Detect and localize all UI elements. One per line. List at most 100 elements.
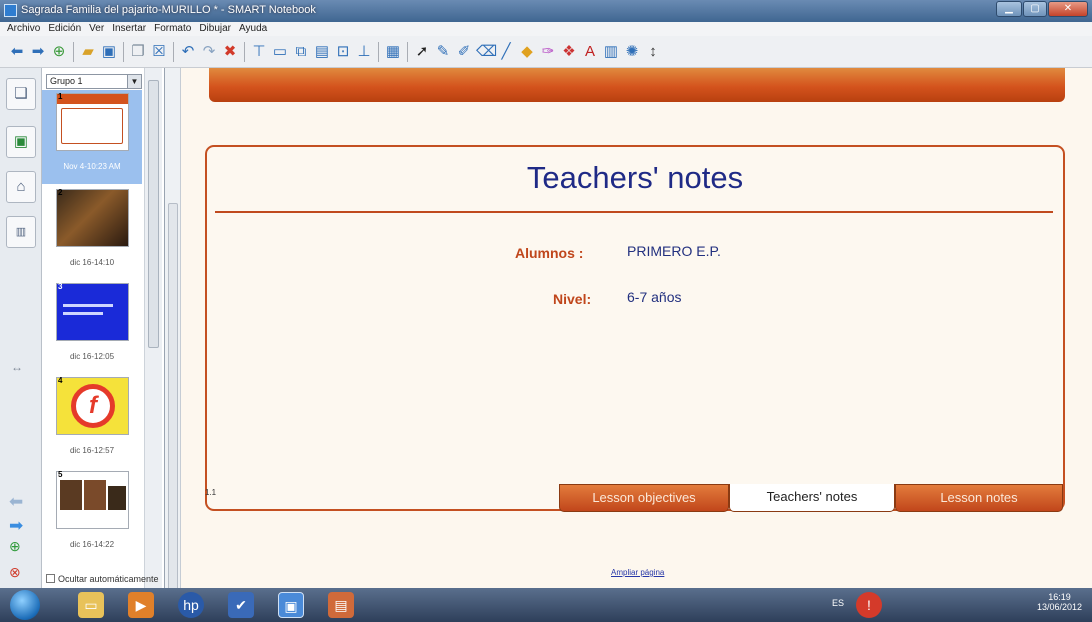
start-button[interactable] <box>10 590 40 620</box>
page-thumbnail-2[interactable]: 2 dic 16-14:10 <box>42 186 142 280</box>
page-caption: dic 16-14:10 <box>69 258 115 267</box>
sorter-scroll-thumb[interactable] <box>148 80 159 348</box>
toolbar-separator <box>244 41 245 62</box>
expand-page-link[interactable]: Ampliar página <box>611 568 664 577</box>
line-icon[interactable]: ╱ <box>497 42 515 62</box>
thumb-text-line <box>63 312 103 315</box>
screen-capture-icon[interactable]: ▤ <box>313 42 331 62</box>
maximize-button[interactable]: ▢ <box>1023 1 1047 17</box>
resize-arrows-icon[interactable]: ↔ <box>11 360 23 374</box>
eraser-icon[interactable]: ⌫ <box>476 42 497 62</box>
windows-taskbar: ▭ ▶ hp ✔ ▣ ▤ ES ! 16:19 13/06/2012 <box>0 588 1092 622</box>
pen-mode-icon[interactable]: ⊥ <box>355 42 373 62</box>
group-label: Grupo 1 <box>50 76 83 86</box>
menu-archivo[interactable]: Archivo <box>7 22 40 36</box>
attachments-tab[interactable]: ⌂ <box>6 171 36 203</box>
title-bar: Sagrada Familia del pajarito-MURILLO * -… <box>0 0 1092 22</box>
delete-page-bottom-icon[interactable]: ⊗ <box>9 564 21 581</box>
media-player-icon[interactable]: ▶ <box>128 592 154 618</box>
previous-page-icon[interactable]: ⬅ <box>9 492 23 512</box>
page-number: 1 <box>58 92 63 101</box>
document-camera-icon[interactable]: ⊡ <box>334 42 352 62</box>
toolbar-separator <box>407 41 408 62</box>
page-caption: Nov 4-10:23 AM <box>63 162 121 171</box>
page-thumbnail-5[interactable]: 5 dic 16-14:22 <box>42 468 142 562</box>
page-sorter-panel: Grupo 1 ▼ 1 Nov 4-10:23 AM 2 dic 16-14:1… <box>42 68 165 588</box>
back-icon[interactable]: ⬅ <box>8 42 26 62</box>
menu-insertar[interactable]: Insertar <box>112 22 146 36</box>
page-caption: dic 16-14:22 <box>69 540 115 549</box>
redo-icon[interactable]: ↷ <box>200 42 218 62</box>
open-icon[interactable]: ▰ <box>79 42 97 62</box>
delete-page-icon[interactable]: ☒ <box>150 42 168 62</box>
forward-icon[interactable]: ➡ <box>29 42 47 62</box>
screen-shade-icon[interactable]: ⊤ <box>250 42 268 62</box>
page-thumbnail-3[interactable]: 3 dic 16-12:05 <box>42 280 142 374</box>
field-label-alumnos: Alumnos : <box>515 245 584 261</box>
side-tab-strip: ❏ ▣ ⌂ ▥ ↔ ⬅ ➡ ⊕ ⊗ <box>0 68 42 588</box>
shape-icon[interactable]: ◆ <box>518 42 536 62</box>
recognition-icon[interactable]: ✺ <box>623 42 641 62</box>
chevron-down-icon[interactable]: ▼ <box>127 75 141 88</box>
undo-icon[interactable]: ↶ <box>179 42 197 62</box>
pen-icon[interactable]: ✎ <box>434 42 452 62</box>
hp-icon[interactable]: hp <box>178 592 204 618</box>
page-thumbnail-4[interactable]: f 4 dic 16-12:57 <box>42 374 142 468</box>
fill-icon[interactable]: ❖ <box>560 42 578 62</box>
workspace-scroll-thumb[interactable] <box>168 203 178 622</box>
menu-formato[interactable]: Formato <box>154 22 191 36</box>
minimize-button[interactable]: ▁ <box>996 1 1022 17</box>
magic-pen-icon[interactable]: ✑ <box>539 42 557 62</box>
notification-flag-icon[interactable]: ! <box>856 592 882 618</box>
paste-icon[interactable]: ❐ <box>129 42 147 62</box>
more-icon[interactable]: ↕ <box>644 42 662 62</box>
autohide-checkbox[interactable] <box>46 574 55 583</box>
dual-display-icon[interactable]: ⧉ <box>292 42 310 62</box>
add-page-bottom-icon[interactable]: ⊕ <box>9 538 21 555</box>
sorter-scrollbar[interactable] <box>144 68 162 588</box>
page-thumbnail-1[interactable]: 1 Nov 4-10:23 AM <box>42 90 142 184</box>
explorer-icon[interactable]: ▭ <box>78 592 104 618</box>
add-page-icon[interactable]: ⊕ <box>50 42 68 62</box>
select-icon[interactable]: ➚ <box>413 42 431 62</box>
menu-ver[interactable]: Ver <box>89 22 104 36</box>
creative-pen-icon[interactable]: ✐ <box>455 42 473 62</box>
tab-teachers-notes[interactable]: Teachers' notes <box>729 484 895 512</box>
header-orange-bar <box>209 68 1065 102</box>
page-sorter-tab[interactable]: ❏ <box>6 78 36 110</box>
autohide-option[interactable]: Ocultar automáticamente <box>46 574 159 584</box>
workspace-scrollbar[interactable] <box>165 68 181 622</box>
main-toolbar: ⬅ ➡ ⊕ ▰ ▣ ❐ ☒ ↶ ↷ ✖ ⊤ ▭ ⧉ ▤ ⊡ ⊥ ▦ ➚ ✎ ✐ … <box>0 36 1092 68</box>
save-icon[interactable]: ▣ <box>100 42 118 62</box>
next-page-icon[interactable]: ➡ <box>9 516 23 536</box>
group-dropdown[interactable]: Grupo 1 ▼ <box>46 74 142 89</box>
text-icon[interactable]: A <box>581 42 599 62</box>
properties-icon[interactable]: ▥ <box>602 42 620 62</box>
tab-lesson-notes[interactable]: Lesson notes <box>895 484 1063 512</box>
window-title: Sagrada Familia del pajarito-MURILLO * -… <box>21 4 316 16</box>
smart-notebook-taskbar-icon[interactable]: ▣ <box>278 592 304 618</box>
thumb-orange-bar <box>57 94 128 104</box>
presentation-app-icon[interactable]: ▤ <box>328 592 354 618</box>
menu-dibujar[interactable]: Dibujar <box>199 22 231 36</box>
menu-ayuda[interactable]: Ayuda <box>239 22 267 36</box>
tab-lesson-objectives[interactable]: Lesson objectives <box>559 484 729 512</box>
checkmark-app-icon[interactable]: ✔ <box>228 592 254 618</box>
clock-time: 16:19 <box>1048 592 1071 602</box>
delete-icon[interactable]: ✖ <box>221 42 239 62</box>
page-number: 2 <box>58 188 63 197</box>
page-thumbnail-image: f <box>56 377 129 435</box>
gallery-tab[interactable]: ▣ <box>6 126 36 158</box>
table-icon[interactable]: ▦ <box>384 42 402 62</box>
thumb-picture <box>108 486 126 510</box>
display-icon[interactable]: ▭ <box>271 42 289 62</box>
properties-tab[interactable]: ▥ <box>6 216 36 248</box>
close-button[interactable]: ✕ <box>1048 1 1088 17</box>
page-thumbnail-image <box>56 93 129 151</box>
page-thumbnail-image <box>56 283 129 341</box>
menu-edicion[interactable]: Edición <box>48 22 81 36</box>
menu-bar: Archivo Edición Ver Insertar Formato Dib… <box>0 22 1092 36</box>
system-clock[interactable]: 16:19 13/06/2012 <box>1037 592 1082 612</box>
language-indicator[interactable]: ES <box>832 598 844 608</box>
clock-date: 13/06/2012 <box>1036 602 1082 612</box>
